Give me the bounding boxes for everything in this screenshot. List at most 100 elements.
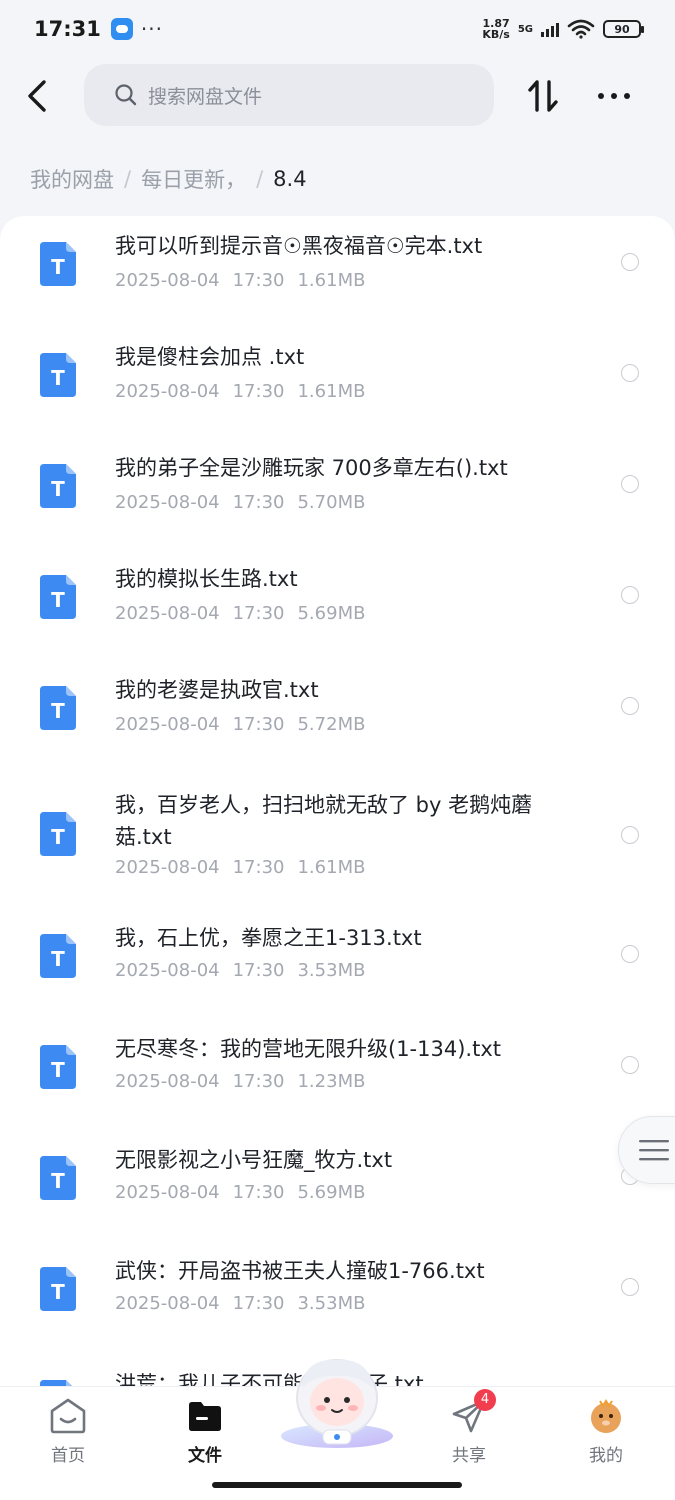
file-size: 3.53MB bbox=[297, 1293, 366, 1314]
file-date: 2025-08-04 bbox=[115, 270, 220, 291]
nav-profile[interactable]: 我的 bbox=[561, 1397, 651, 1466]
search-placeholder: 搜索网盘文件 bbox=[148, 85, 263, 108]
file-date: 2025-08-04 bbox=[115, 1182, 220, 1203]
file-time: 17:30 bbox=[232, 714, 285, 735]
file-date: 2025-08-04 bbox=[115, 857, 220, 878]
status-bar: 17:31 ··· 1.87 KB/s 5G 90 bbox=[0, 0, 675, 58]
cloud-app-icon bbox=[110, 18, 133, 40]
back-button[interactable] bbox=[20, 76, 56, 116]
file-time: 17:30 bbox=[232, 857, 285, 878]
signal-icon bbox=[541, 21, 559, 37]
file-size: 5.69MB bbox=[297, 603, 366, 624]
file-time: 17:30 bbox=[232, 492, 285, 513]
file-date: 2025-08-04 bbox=[115, 381, 220, 402]
select-checkbox[interactable] bbox=[621, 253, 639, 271]
file-meta: 2025-08-04 17:30 5.69MB bbox=[115, 603, 378, 624]
notification-dots: ··· bbox=[140, 17, 163, 41]
file-row[interactable]: T 我的模拟长生路.txt 2025-08-04 17:30 5.69MB bbox=[0, 549, 675, 660]
select-checkbox[interactable] bbox=[621, 697, 639, 715]
file-size: 5.70MB bbox=[297, 492, 366, 513]
sort-icon[interactable] bbox=[524, 76, 564, 116]
file-name: 我的弟子全是沙雕玩家 700多章左右().txt bbox=[115, 456, 508, 480]
menu-icon bbox=[639, 1140, 669, 1161]
more-options-icon[interactable] bbox=[594, 76, 634, 116]
search-input[interactable]: 搜索网盘文件 bbox=[84, 64, 494, 126]
file-row[interactable]: T 我，百岁老人，扫扫地就无敌了 by 老鹅炖蘑菇.txt 2025-08-04… bbox=[0, 771, 675, 916]
txt-file-icon: T bbox=[40, 1045, 76, 1089]
file-time: 17:30 bbox=[232, 1182, 285, 1203]
file-time: 17:30 bbox=[232, 270, 285, 291]
file-name: 我，石上优，拳愿之王1-313.txt bbox=[115, 926, 422, 950]
svg-text:T: T bbox=[51, 1169, 65, 1193]
status-indicators: 1.87 KB/s 5G 90 bbox=[482, 18, 644, 40]
file-date: 2025-08-04 bbox=[115, 714, 220, 735]
file-meta: 2025-08-04 17:30 3.53MB bbox=[115, 1293, 378, 1314]
file-row[interactable]: T 我，石上优，拳愿之王1-313.txt 2025-08-04 17:30 3.5… bbox=[0, 916, 675, 1027]
home-indicator bbox=[212, 1482, 462, 1488]
txt-file-icon: T bbox=[40, 812, 76, 856]
svg-text:T: T bbox=[51, 825, 65, 849]
nav-home[interactable]: 首页 bbox=[23, 1397, 113, 1466]
select-checkbox[interactable] bbox=[621, 1278, 639, 1296]
file-name: 我的老婆是执政官.txt bbox=[115, 678, 319, 702]
nav-label: 共享 bbox=[452, 1446, 486, 1466]
file-meta: 2025-08-04 17:30 5.69MB bbox=[115, 1182, 378, 1203]
txt-file-icon: T bbox=[40, 242, 76, 286]
file-row[interactable]: T 我是傻柱会加点 .txt 2025-08-04 17:30 1.61MB bbox=[0, 327, 675, 438]
network-speed: 1.87 KB/s bbox=[482, 18, 509, 40]
txt-file-icon: T bbox=[40, 1267, 76, 1311]
file-time: 17:30 bbox=[232, 603, 285, 624]
file-list: T 我可以听到提示音☉黑夜福音☉完本.txt 2025-08-04 17:30 1.… bbox=[0, 216, 675, 1386]
svg-text:T: T bbox=[51, 947, 65, 971]
file-size: 1.61MB bbox=[297, 270, 366, 291]
file-size: 5.72MB bbox=[297, 714, 366, 735]
select-checkbox[interactable] bbox=[621, 586, 639, 604]
breadcrumb-current: 8.4 bbox=[273, 167, 307, 191]
svg-text:T: T bbox=[51, 1280, 65, 1304]
file-date: 2025-08-04 bbox=[115, 960, 220, 981]
file-row[interactable]: T 无尽寒冬：我的营地无限升级(1-134).txt 2025-08-04 17:… bbox=[0, 1027, 675, 1138]
txt-file-icon: T bbox=[40, 353, 76, 397]
share-badge: 4 bbox=[474, 1389, 496, 1411]
nav-files[interactable]: 文件 bbox=[160, 1397, 250, 1466]
file-date: 2025-08-04 bbox=[115, 1071, 220, 1092]
folder-icon bbox=[189, 1402, 221, 1431]
file-size: 3.53MB bbox=[297, 960, 366, 981]
svg-text:T: T bbox=[51, 588, 65, 612]
file-date: 2025-08-04 bbox=[115, 603, 220, 624]
select-checkbox[interactable] bbox=[621, 364, 639, 382]
txt-file-icon: T bbox=[40, 1156, 76, 1200]
file-size: 1.23MB bbox=[297, 1071, 366, 1092]
file-row[interactable]: T 我可以听到提示音☉黑夜福音☉完本.txt 2025-08-04 17:30 1.… bbox=[0, 216, 675, 327]
breadcrumb-folder[interactable]: 每日更新， bbox=[141, 164, 246, 194]
select-checkbox[interactable] bbox=[621, 826, 639, 844]
file-meta: 2025-08-04 17:30 1.61MB bbox=[115, 857, 378, 878]
select-checkbox[interactable] bbox=[621, 945, 639, 963]
txt-file-icon: T bbox=[40, 686, 76, 730]
file-name: 我是傻柱会加点 .txt bbox=[115, 345, 305, 369]
txt-file-icon: T bbox=[40, 575, 76, 619]
file-row[interactable]: T 无限影视之小号狂魔_牧方.txt 2025-08-04 17:30 5.69MB bbox=[0, 1138, 675, 1249]
nav-label: 首页 bbox=[51, 1446, 85, 1466]
nav-share[interactable]: 4 共享 bbox=[424, 1389, 514, 1466]
file-time: 17:30 bbox=[232, 381, 285, 402]
file-row[interactable]: T 我的老婆是执政官.txt 2025-08-04 17:30 5.72MB bbox=[0, 660, 675, 771]
breadcrumb-root[interactable]: 我的网盘 bbox=[30, 164, 114, 194]
txt-file-icon: T bbox=[40, 934, 76, 978]
file-date: 2025-08-04 bbox=[115, 1293, 220, 1314]
file-name: 我，百岁老人，扫扫地就无敌了 by 老鹅炖蘑菇.txt bbox=[115, 793, 533, 849]
file-name: 我可以听到提示音☉黑夜福音☉完本.txt bbox=[115, 234, 483, 258]
status-time: 17:31 bbox=[34, 17, 101, 41]
file-name: 无限影视之小号狂魔_牧方.txt bbox=[115, 1148, 393, 1172]
home-icon bbox=[50, 1398, 86, 1434]
file-row[interactable]: T 我的弟子全是沙雕玩家 700多章左右().txt 2025-08-04 17:… bbox=[0, 438, 675, 549]
file-meta: 2025-08-04 17:30 1.61MB bbox=[115, 270, 378, 291]
txt-file-icon: T bbox=[40, 464, 76, 508]
select-checkbox[interactable] bbox=[621, 1056, 639, 1074]
top-bar: 搜索网盘文件 bbox=[0, 64, 675, 128]
file-row[interactable]: T 武侠：开局盗书被王夫人撞破1-766.txt 2025-08-04 17:30… bbox=[0, 1249, 675, 1360]
file-name: 我的模拟长生路.txt bbox=[115, 567, 298, 591]
select-checkbox[interactable] bbox=[621, 475, 639, 493]
mascot-assistant-button[interactable] bbox=[275, 1352, 399, 1452]
svg-text:T: T bbox=[51, 255, 65, 279]
